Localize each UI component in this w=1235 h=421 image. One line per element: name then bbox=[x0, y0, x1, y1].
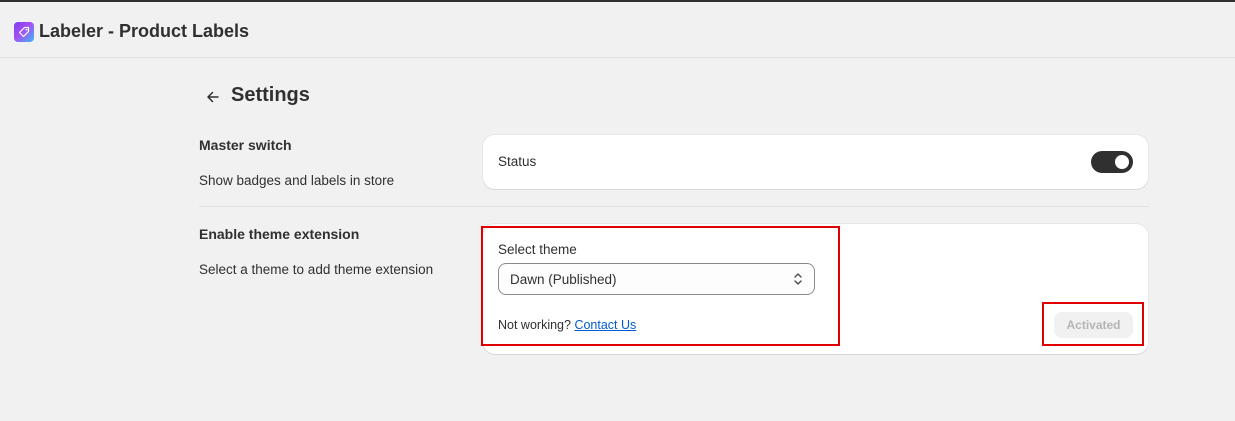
section-divider bbox=[199, 206, 1149, 207]
arrow-left-icon bbox=[207, 91, 219, 103]
master-switch-description: Show badges and labels in store bbox=[199, 173, 395, 188]
status-label: Status bbox=[498, 154, 537, 169]
theme-select[interactable]: Dawn (Published) bbox=[498, 263, 815, 295]
toggle-knob bbox=[1115, 155, 1129, 169]
back-button[interactable] bbox=[200, 84, 226, 110]
app-title: Labeler - Product Labels bbox=[39, 21, 250, 41]
select-theme-label: Select theme bbox=[498, 242, 577, 257]
activated-button[interactable]: Activated bbox=[1054, 312, 1133, 338]
select-chevrons-icon bbox=[794, 273, 802, 285]
tag-icon bbox=[14, 22, 34, 42]
theme-select-value: Dawn (Published) bbox=[510, 272, 617, 287]
help-text: Not working? Contact Us bbox=[498, 318, 636, 332]
theme-extension-title: Enable theme extension bbox=[199, 226, 360, 242]
page-title: Settings bbox=[231, 84, 310, 106]
status-toggle[interactable] bbox=[1091, 151, 1133, 173]
contact-us-link[interactable]: Contact Us bbox=[574, 318, 636, 332]
help-prefix: Not working? bbox=[498, 318, 571, 332]
theme-extension-description: Select a theme to add theme extension bbox=[199, 262, 434, 277]
status-card: Status bbox=[483, 135, 1148, 189]
app-header: Labeler - Product Labels bbox=[0, 2, 1235, 58]
theme-extension-card: Select theme Dawn (Published) Not workin… bbox=[483, 224, 1148, 354]
master-switch-title: Master switch bbox=[199, 137, 292, 153]
